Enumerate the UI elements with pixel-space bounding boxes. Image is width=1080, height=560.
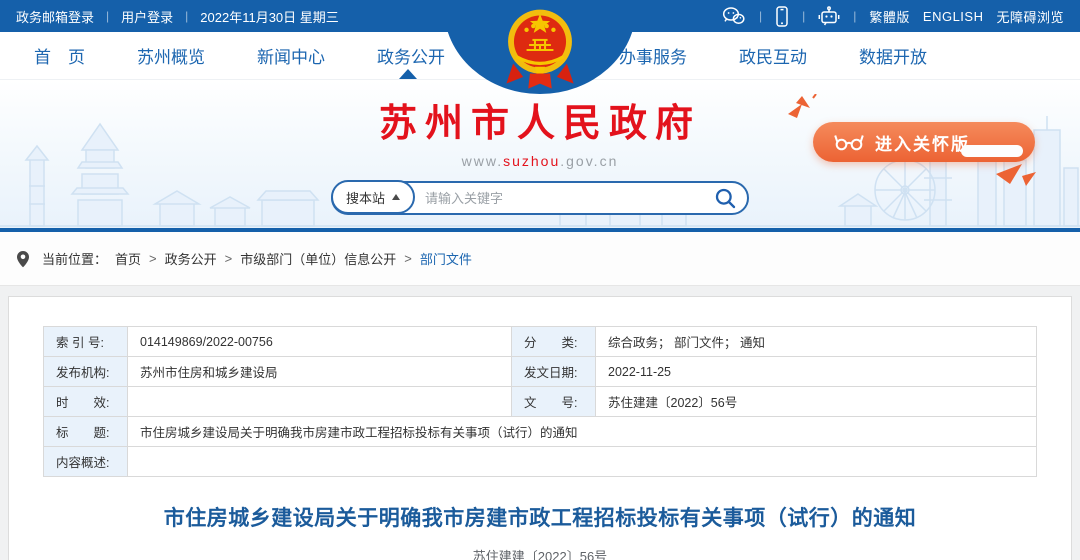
- breadcrumb: 当前位置： 首页 > 政务公开 > 市级部门（单位）信息公开 > 部门文件: [0, 232, 1080, 286]
- mobile-icon[interactable]: [775, 6, 789, 27]
- search-button[interactable]: [714, 187, 737, 210]
- issuing-agency-value: 苏州市住房和城乡建设局: [128, 357, 512, 387]
- search-scope-dropdown[interactable]: 搜本站: [331, 180, 415, 214]
- summary-label: 内容概述:: [44, 447, 128, 477]
- mail-login-link[interactable]: 政务邮箱登录: [16, 7, 94, 26]
- table-row: 发布机构: 苏州市住房和城乡建设局 发文日期: 2022-11-25: [44, 357, 1037, 387]
- topbar-left: 政务邮箱登录 | 用户登录 | 2022年11月30日 星期三: [16, 7, 339, 26]
- table-row: 标 题: 市住房城乡建设局关于明确我市房建市政工程招标投标有关事项（试行）的通知: [44, 417, 1037, 447]
- breadcrumb-home[interactable]: 首页: [115, 249, 141, 268]
- accessibility-link[interactable]: 无障碍浏览: [996, 7, 1064, 26]
- summary-value: [128, 447, 1037, 477]
- breadcrumb-separator: >: [225, 251, 233, 266]
- robot-icon[interactable]: [818, 6, 840, 27]
- national-emblem-icon: [498, 6, 582, 99]
- table-row: 时 效: 文 号: 苏住建建〔2022〕56号: [44, 387, 1037, 417]
- paper-plane-decoration: [992, 164, 1036, 190]
- content-area: 索 引 号: 014149869/2022-00756 分 类: 综合政务； 部…: [0, 286, 1080, 560]
- location-pin-icon: [16, 250, 30, 268]
- magnifier-icon: [714, 187, 737, 210]
- wechat-icon[interactable]: [722, 6, 746, 26]
- issue-date-value: 2022-11-25: [596, 357, 1037, 387]
- document-card: 索 引 号: 014149869/2022-00756 分 类: 综合政务； 部…: [8, 296, 1072, 560]
- swoosh-decoration: [961, 145, 1023, 157]
- spark-decoration: [786, 94, 820, 124]
- nav-item-suzhou-overview[interactable]: 苏州概览: [137, 43, 205, 68]
- doc-meta-table: 索 引 号: 014149869/2022-00756 分 类: 综合政务； 部…: [43, 326, 1037, 477]
- url-highlight: suzhou: [503, 153, 560, 169]
- glasses-icon: [833, 132, 865, 152]
- page: 政务邮箱登录 | 用户登录 | 2022年11月30日 星期三 |: [0, 0, 1080, 560]
- nav-item-news-center[interactable]: 新闻中心: [257, 43, 325, 68]
- doc-number-label: 文 号:: [512, 387, 596, 417]
- dropdown-arrow-icon: [392, 194, 400, 200]
- masthead: 苏州市人民政府 www.suzhou.gov.cn 搜本站: [0, 80, 1080, 232]
- url-suffix: .gov.cn: [560, 153, 618, 169]
- care-mode-button[interactable]: 进入关怀版: [813, 122, 1035, 162]
- divider: |: [106, 9, 109, 23]
- breadcrumb-separator: >: [149, 251, 157, 266]
- category-value: 综合政务； 部门文件； 通知: [596, 327, 1037, 357]
- nav-item-services[interactable]: 办事服务: [619, 43, 687, 68]
- breadcrumb-separator: >: [404, 251, 412, 266]
- nav-item-government-affairs[interactable]: 政务公开: [377, 43, 445, 68]
- breadcrumb-department-info[interactable]: 市级部门（单位）信息公开: [240, 249, 396, 268]
- category-label: 分 类:: [512, 327, 596, 357]
- article-title: 市住房城乡建设局关于明确我市房建市政工程招标投标有关事项（试行）的通知: [43, 502, 1037, 532]
- doc-title-label: 标 题:: [44, 417, 128, 447]
- url-prefix: www.: [462, 153, 503, 169]
- nav-item-interaction[interactable]: 政民互动: [739, 43, 807, 68]
- breadcrumb-prefix: 当前位置：: [42, 249, 107, 268]
- breadcrumb-department-documents[interactable]: 部门文件: [420, 249, 472, 268]
- table-row: 内容概述:: [44, 447, 1037, 477]
- traditional-chinese-link[interactable]: 繁體版: [869, 7, 910, 26]
- english-link[interactable]: ENGLISH: [923, 9, 984, 24]
- divider: |: [853, 9, 856, 23]
- site-search: 搜本站: [331, 181, 749, 215]
- issue-date-label: 发文日期:: [512, 357, 596, 387]
- divider: |: [185, 9, 188, 23]
- active-nav-caret-icon: [399, 69, 417, 79]
- divider: |: [802, 9, 805, 23]
- user-login-link[interactable]: 用户登录: [121, 7, 173, 26]
- doc-title-value: 市住房城乡建设局关于明确我市房建市政工程招标投标有关事项（试行）的通知: [128, 417, 1037, 447]
- date-text: 2022年11月30日 星期三: [200, 7, 339, 26]
- article-doc-number: 苏住建建〔2022〕56号: [43, 546, 1037, 560]
- doc-number-value: 苏住建建〔2022〕56号: [596, 387, 1037, 417]
- validity-value: [128, 387, 512, 417]
- validity-label: 时 效:: [44, 387, 128, 417]
- divider: |: [759, 9, 762, 23]
- table-row: 索 引 号: 014149869/2022-00756 分 类: 综合政务； 部…: [44, 327, 1037, 357]
- issuing-agency-label: 发布机构:: [44, 357, 128, 387]
- topbar-right: | | | 繁體: [722, 6, 1064, 27]
- search-input[interactable]: [415, 191, 714, 206]
- nav-item-home[interactable]: 首 页: [34, 43, 85, 68]
- index-number-value: 014149869/2022-00756: [128, 327, 512, 357]
- breadcrumb-government-affairs[interactable]: 政务公开: [165, 249, 217, 268]
- care-mode-label: 进入关怀版: [875, 130, 970, 155]
- index-number-label: 索 引 号:: [44, 327, 128, 357]
- search-scope-label: 搜本站: [346, 188, 385, 207]
- nav-item-open-data[interactable]: 数据开放: [859, 43, 927, 68]
